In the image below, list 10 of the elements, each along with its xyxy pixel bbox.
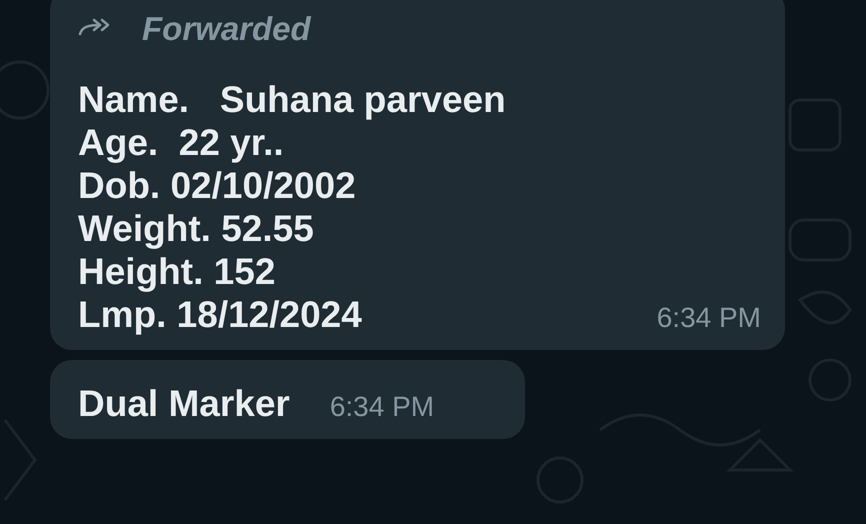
- message-text: Height. 152: [78, 250, 276, 293]
- message-text: Name. Suhana parveen: [78, 78, 506, 121]
- message-text: Weight. 52.55: [78, 207, 315, 250]
- message-time: 6:34 PM: [656, 302, 761, 334]
- message-text: Dob. 02/10/2002: [78, 164, 357, 207]
- message-text: Dual Marker: [78, 382, 290, 425]
- message-text: Age. 22 yr..: [78, 121, 285, 164]
- forwarded-label: Forwarded: [142, 10, 311, 48]
- message-text: Lmp. 18/12/2024: [78, 293, 363, 336]
- message-time: 6:34 PM: [330, 391, 434, 423]
